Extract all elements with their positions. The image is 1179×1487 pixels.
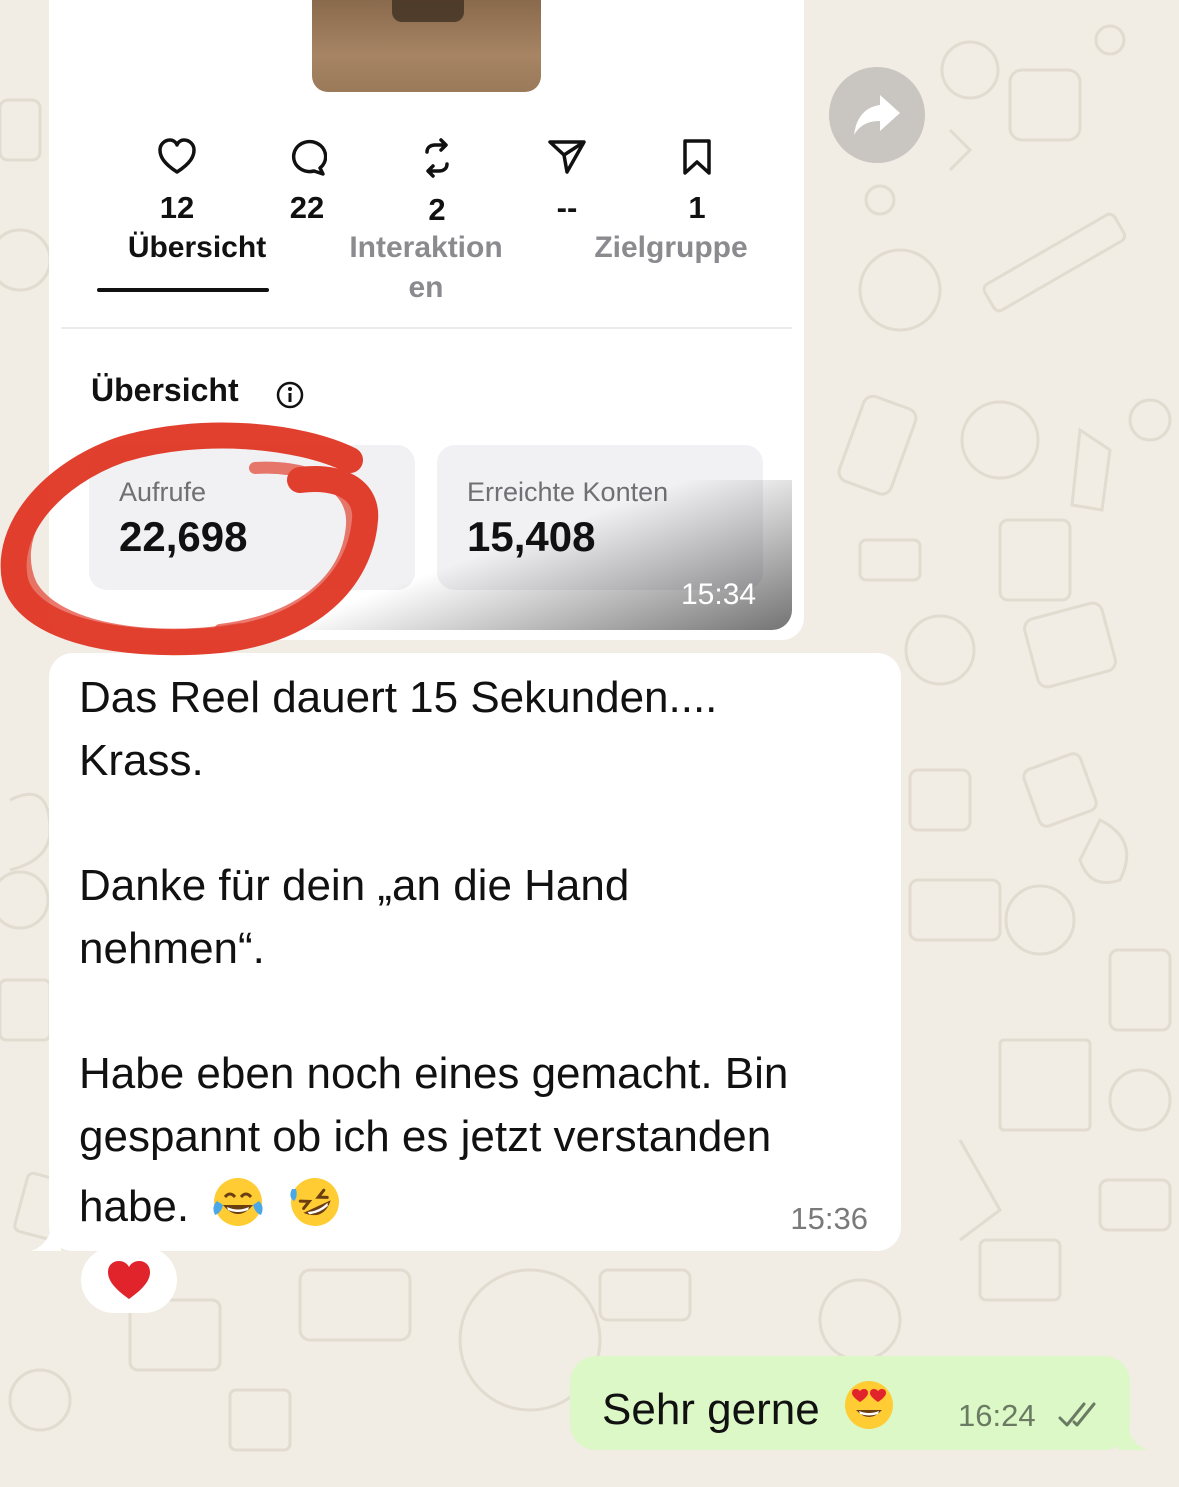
incoming-text-message[interactable]: Das Reel dauert 15 Sekunden.... Krass. D… (31, 653, 901, 1251)
message-line: habe. (79, 1182, 190, 1231)
active-tab-indicator (97, 288, 269, 292)
rolling-laughing-emoji (289, 1178, 339, 1226)
stat-shares: -- (527, 138, 607, 226)
stat-likes: 12 (137, 138, 217, 226)
bubble-tail (31, 1221, 61, 1251)
stat-comments: 22 (267, 138, 347, 226)
stat-reposts-value: 2 (428, 192, 446, 227)
double-check-icon (1058, 1402, 1096, 1427)
comment-icon (291, 139, 327, 176)
tab-uebersicht[interactable]: Übersicht (91, 228, 303, 268)
bubble-tail (1118, 1420, 1148, 1450)
image-message-time: 15:34 (681, 578, 757, 611)
stat-likes-value: 12 (159, 190, 195, 225)
heart-reaction[interactable] (81, 1247, 177, 1313)
tab-interaktionen-label-wrap: en (408, 271, 444, 304)
tab-divider (61, 327, 792, 329)
stat-reposts: 2 (397, 138, 477, 228)
red-heart-icon (108, 1261, 150, 1299)
laughing-tears-emoji (213, 1178, 263, 1226)
tab-interaktionen-label: Interaktion (349, 231, 503, 264)
insights-screenshot[interactable]: 12 22 2 -- 1 Übersicht Interaktion en Zi… (61, 0, 792, 640)
stat-shares-value: -- (556, 190, 578, 225)
message-line: Habe eben noch eines gemacht. Bin (79, 1049, 789, 1098)
message-line: Das Reel dauert 15 Sekunden.... (79, 673, 718, 722)
text-message-time: 15:36 (790, 1201, 868, 1236)
metric-views-value: 22,698 (119, 513, 248, 560)
message-line: gespannt ob ich es jetzt verstanden (79, 1112, 772, 1161)
bookmark-icon (683, 139, 711, 175)
tab-zielgruppe[interactable]: Zielgruppe (571, 228, 771, 268)
message-line: Danke für dein „an die Hand (79, 861, 630, 910)
share-icon (548, 140, 586, 174)
message-line: Krass. (79, 736, 204, 785)
outgoing-message-text: Sehr gerne (602, 1378, 896, 1435)
metric-reach-label: Erreichte Konten (467, 477, 669, 507)
outgoing-message-label: Sehr gerne (602, 1385, 820, 1434)
forward-icon (854, 95, 900, 135)
stat-saves-value: 1 (688, 190, 706, 225)
tab-interaktionen[interactable]: Interaktion en (323, 228, 529, 308)
forward-button[interactable] (829, 67, 925, 163)
outgoing-text-message[interactable]: Sehr gerne 16:24 (570, 1356, 1148, 1450)
reel-thumbnail (312, 0, 541, 92)
heart-icon (158, 138, 196, 174)
message-last-line: habe. (79, 1175, 342, 1232)
message-line: nehmen“. (79, 924, 265, 973)
heart-eyes-emoji (844, 1381, 893, 1429)
outgoing-message-time: 16:24 (958, 1398, 1036, 1433)
metric-card-views[interactable]: Aufrufe 22,698 (89, 445, 415, 590)
stat-saves: 1 (657, 138, 737, 226)
metric-card-reach[interactable]: Erreichte Konten 15,408 (437, 445, 763, 590)
metric-reach-value: 15,408 (467, 513, 596, 560)
metric-views-label: Aufrufe (119, 477, 207, 507)
stat-comments-value: 22 (289, 190, 325, 225)
info-icon[interactable] (275, 380, 305, 410)
incoming-image-message[interactable]: 12 22 2 -- 1 Übersicht Interaktion en Zi… (49, 0, 804, 640)
section-title: Übersicht (91, 372, 239, 408)
repost-icon (425, 138, 449, 178)
